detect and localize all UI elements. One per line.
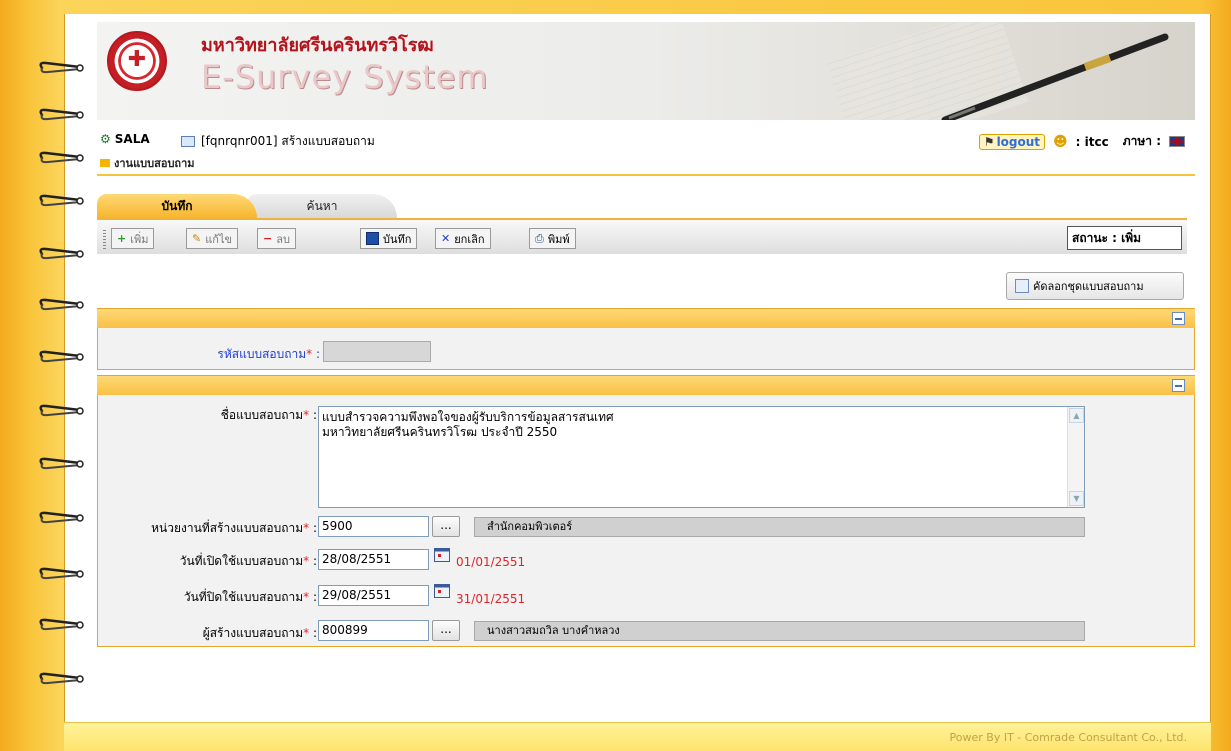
- open-date-input[interactable]: 28/08/2551: [318, 549, 429, 570]
- collapse-icon[interactable]: [1172, 379, 1185, 392]
- creator-name: นางสาวสมถวิล บางคำหลวง: [474, 621, 1085, 641]
- cancel-button[interactable]: ✕ ยกเลิก: [435, 228, 491, 249]
- language-label: ภาษา :: [1122, 134, 1161, 148]
- section-header-details: [97, 375, 1195, 395]
- spiral-ring: [36, 107, 86, 123]
- status-badge: สถานะ : เพิ่ม: [1067, 226, 1182, 250]
- creator-label: ผู้สร้างแบบสอบถาม* :: [202, 626, 317, 640]
- toolbar-grip: [103, 228, 106, 249]
- page-header: ⚙ SALA [fqnrqnr001] สร้างแบบสอบถาม งานแบ…: [97, 128, 1195, 176]
- open-date-label: วันที่เปิดใช้แบบสอบถาม* :: [179, 554, 317, 568]
- section-header-code: [97, 308, 1195, 328]
- scroll-down-icon[interactable]: ▼: [1069, 491, 1084, 506]
- pen-image: [941, 33, 1169, 120]
- header-right: ⚑ logout ☻ : itcc ภาษา :: [978, 132, 1185, 151]
- collapse-icon[interactable]: [1172, 312, 1185, 325]
- close-date-input[interactable]: 29/08/2551: [318, 585, 429, 606]
- spiral-ring: [36, 150, 86, 166]
- print-button[interactable]: ⎙ พิมพ์: [529, 228, 576, 249]
- user-icon: ☻: [1053, 133, 1068, 150]
- spiral-ring: [36, 297, 86, 313]
- header-divider: [97, 174, 1195, 176]
- scroll-up-icon[interactable]: ▲: [1069, 408, 1084, 423]
- spiral-ring: [36, 510, 86, 526]
- unit-name: สำนักคอมพิวเตอร์: [474, 517, 1085, 537]
- university-name: มหาวิทยาลัยศรีนครินทรวิโรฒ: [201, 35, 434, 56]
- spiral-ring: [36, 349, 86, 365]
- tab-search[interactable]: ค้นหา: [247, 194, 397, 218]
- creator-lookup-button[interactable]: ...: [432, 620, 460, 641]
- code-label: รหัสแบบสอบถาม* :: [217, 347, 320, 361]
- spiral-ring: [36, 566, 86, 582]
- unit-label: หน่วยงานที่สร้างแบบสอบถาม* :: [151, 521, 317, 535]
- code-input[interactable]: [323, 341, 431, 362]
- system-name: E-Survey System: [201, 58, 489, 96]
- app-label: ⚙ SALA: [100, 132, 150, 146]
- unit-input[interactable]: 5900: [318, 516, 429, 537]
- spiral-ring: [36, 246, 86, 262]
- tab-record[interactable]: บันทึก: [97, 194, 257, 218]
- spiral-ring: [36, 617, 86, 633]
- breadcrumb: งานแบบสอบถาม: [100, 154, 195, 172]
- copy-survey-button[interactable]: คัดลอกชุดแบบสอบถาม: [1006, 272, 1184, 300]
- logout-icon: ⚑: [983, 134, 995, 149]
- spiral-ring: [36, 403, 86, 419]
- edit-icon: ✎: [192, 232, 202, 245]
- name-label: ชื่อแบบสอบถาม* :: [220, 408, 317, 422]
- page-id: [fqnrqnr001] สร้างแบบสอบถาม: [181, 132, 375, 151]
- minus-icon: −: [263, 232, 273, 245]
- delete-button[interactable]: − ลบ: [257, 228, 296, 249]
- folder-icon: [100, 159, 110, 167]
- copy-icon: [1015, 279, 1029, 293]
- spiral-ring: [36, 456, 86, 472]
- uk-flag-icon[interactable]: [1169, 136, 1185, 147]
- printer-icon: ⎙: [535, 231, 544, 245]
- edit-button[interactable]: ✎ แก้ไข: [186, 228, 239, 249]
- spiral-ring: [36, 60, 86, 76]
- plus-icon: +: [117, 232, 127, 245]
- spiral-ring: [36, 671, 86, 687]
- survey-name-textarea[interactable]: แบบสำรวจความพึงพอใจของผู้รับบริการข้อมูล…: [318, 406, 1085, 508]
- sala-icon: ⚙: [100, 132, 111, 146]
- tab-bar: ค้นหา บันทึก: [97, 194, 1195, 218]
- toolbar: + เพิ่ม ✎ แก้ไข − ลบ บันทึก ✕ ยกเลิก ⎙ พ…: [97, 218, 1187, 254]
- save-button[interactable]: บันทึก: [360, 228, 418, 249]
- scrollbar[interactable]: ▲ ▼: [1067, 407, 1084, 507]
- open-date-hint: 01/01/2551: [456, 555, 526, 569]
- close-icon: ✕: [441, 232, 451, 245]
- banner: ✚ มหาวิทยาลัยศรีนครินทรวิโรฒ E-Survey Sy…: [97, 22, 1195, 120]
- unit-lookup-button[interactable]: ...: [432, 516, 460, 537]
- calendar-icon[interactable]: [434, 584, 450, 598]
- calendar-icon[interactable]: [434, 548, 450, 562]
- footer-text: Power By IT - Comrade Consultant Co., Lt…: [949, 731, 1187, 744]
- username: : itcc: [1075, 134, 1109, 149]
- university-logo: ✚: [107, 31, 167, 91]
- add-button[interactable]: + เพิ่ม: [111, 228, 155, 249]
- creator-input[interactable]: 800899: [318, 620, 429, 641]
- footer: Power By IT - Comrade Consultant Co., Lt…: [64, 722, 1211, 751]
- close-date-hint: 31/01/2551: [456, 592, 526, 606]
- close-date-label: วันที่ปิดใช้แบบสอบถาม* :: [183, 590, 317, 604]
- disk-icon: [366, 232, 379, 245]
- form-icon: [181, 136, 195, 147]
- spiral-ring: [36, 193, 86, 209]
- logout-button[interactable]: ⚑ logout: [978, 133, 1046, 150]
